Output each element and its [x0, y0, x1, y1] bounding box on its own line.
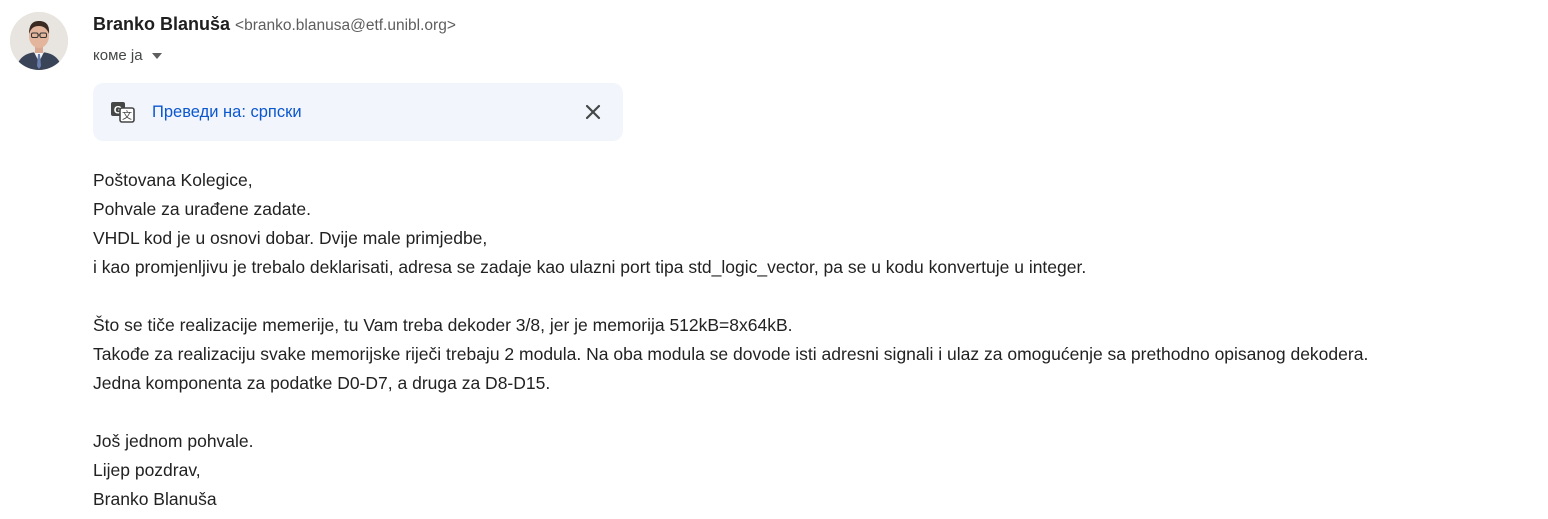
chevron-down-icon[interactable]: [151, 53, 162, 59]
sender-line: Branko Blanuša <branko.blanusa@etf.unibl.…: [93, 12, 456, 38]
message-signature: Branko Blanuša: [93, 489, 217, 509]
message-line: Što se tiče realizacije memerije, tu Vam…: [93, 315, 793, 335]
message-line: Još jednom pohvale.: [93, 431, 254, 451]
message-body: Poštovana Kolegice, Pohvale za urađene z…: [93, 166, 1533, 514]
translate-icon: G 文: [111, 102, 135, 123]
sender-name[interactable]: Branko Blanuša: [93, 14, 230, 34]
email-message: Branko Blanuša <branko.blanusa@etf.unibl.…: [0, 0, 1548, 519]
message-line: VHDL kod je u osnovi dobar. Dvije male p…: [93, 228, 488, 248]
recipient-details[interactable]: коме ја: [93, 45, 162, 67]
translate-banner: G 文 Преведи на: српски: [93, 83, 623, 141]
sender-avatar[interactable]: [10, 12, 68, 70]
message-line: Jedna komponenta za podatke D0-D7, a dru…: [93, 373, 551, 393]
message-line: Takođe za realizaciju svake memorijske r…: [93, 344, 1369, 364]
close-icon[interactable]: [583, 102, 603, 122]
message-line: Poštovana Kolegice,: [93, 170, 253, 190]
recipient-label: коме ја: [93, 47, 143, 64]
svg-text:文: 文: [122, 109, 132, 122]
sender-email: <branko.blanusa@etf.unibl.org>: [235, 17, 456, 34]
translate-link[interactable]: Преведи на: српски: [152, 103, 302, 122]
message-line: Pohvale za urađene zadate.: [93, 199, 311, 219]
message-line: Lijep pozdrav,: [93, 460, 201, 480]
message-line: i kao promjenljivu je trebalo deklarisat…: [93, 257, 1087, 277]
